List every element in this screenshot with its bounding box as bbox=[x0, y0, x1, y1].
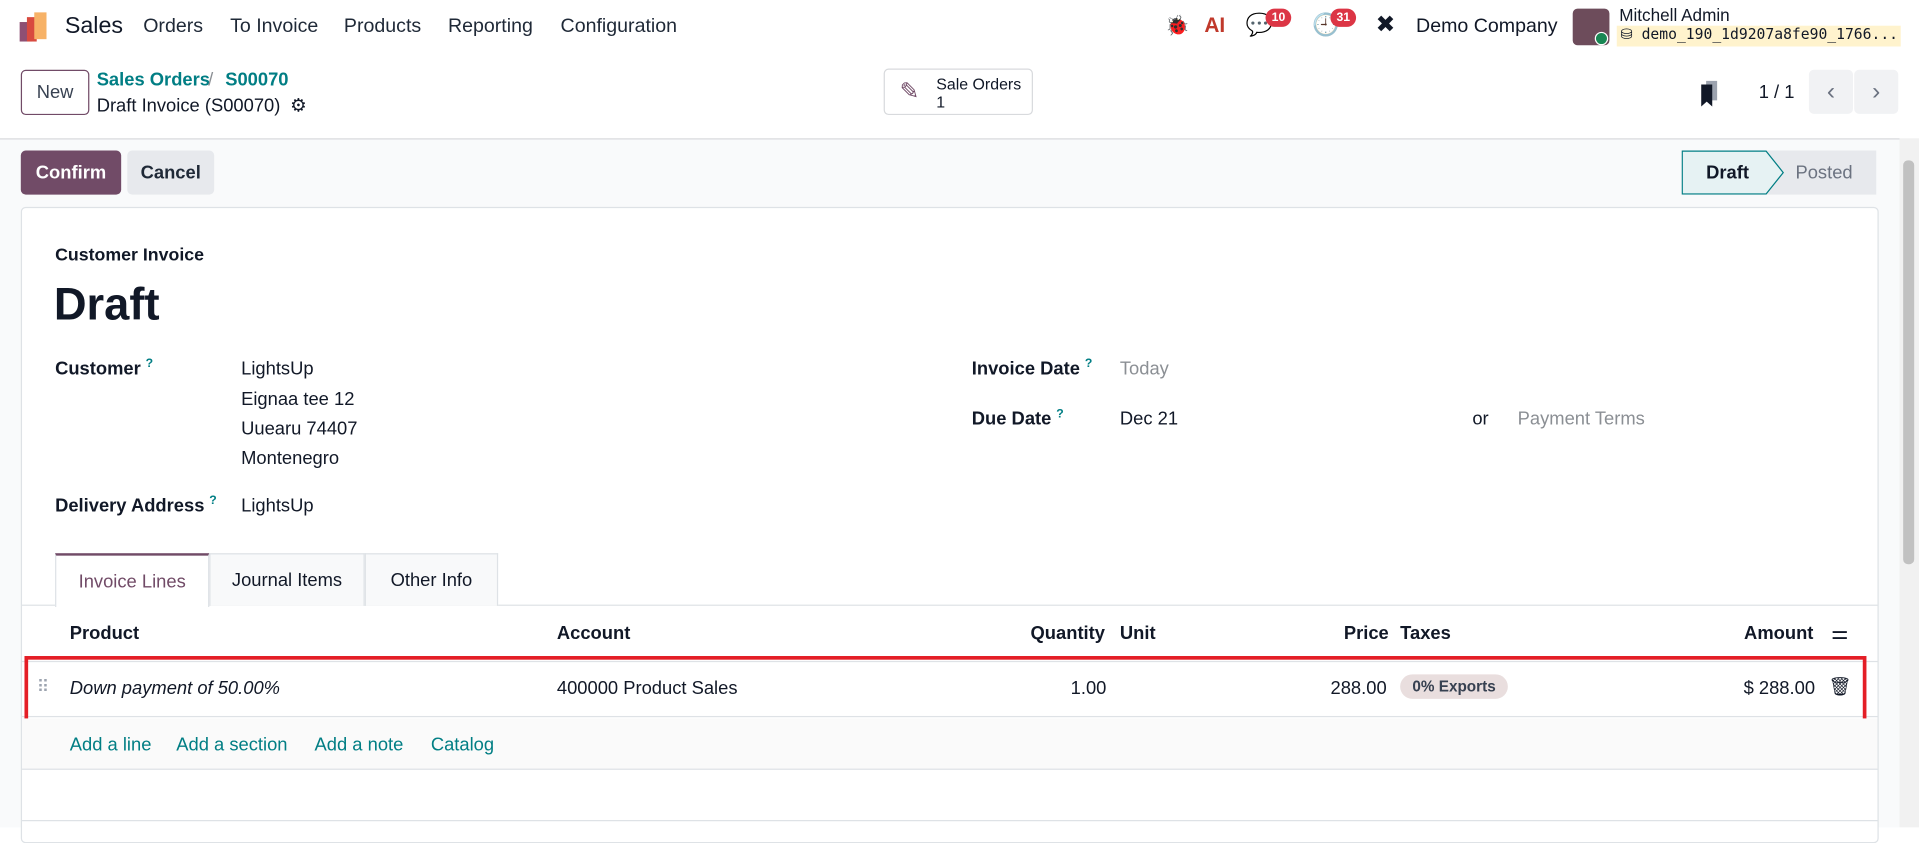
smart-button-label: Sale Orders bbox=[936, 74, 1022, 94]
sale-orders-smart-button[interactable]: ✎ Sale Orders 1 bbox=[883, 68, 1033, 116]
pager-value[interactable]: 1 / 1 bbox=[1759, 82, 1795, 103]
invoice-type-label: Customer Invoice bbox=[55, 246, 204, 266]
invoice-date-label: Invoice Date? bbox=[972, 357, 1093, 379]
col-product[interactable]: Product bbox=[70, 623, 139, 644]
help-icon[interactable]: ? bbox=[146, 357, 153, 370]
activity-count-badge: 31 bbox=[1330, 8, 1357, 27]
database-name: demo_190_1d9207a8fe90_1766... bbox=[1641, 25, 1899, 43]
debug-bug-icon[interactable]: 🐞 bbox=[1165, 13, 1189, 37]
customer-name[interactable]: LightsUp bbox=[241, 359, 313, 380]
status-posted[interactable]: Posted bbox=[1795, 163, 1852, 184]
tab-journal-items[interactable]: Journal Items bbox=[209, 553, 365, 606]
delivery-label-text: Delivery Address bbox=[55, 495, 205, 517]
scrollbar[interactable] bbox=[1899, 138, 1919, 828]
new-button[interactable]: New bbox=[20, 69, 90, 116]
breadcrumb-order[interactable]: S00070 bbox=[225, 70, 288, 91]
menu-products[interactable]: Products bbox=[344, 16, 421, 38]
col-taxes[interactable]: Taxes bbox=[1400, 623, 1451, 644]
delivery-address-label: Delivery Address? bbox=[55, 494, 217, 516]
due-date-label-text: Due Date bbox=[971, 408, 1052, 430]
catalog-link[interactable]: Catalog bbox=[431, 734, 494, 755]
due-date-input[interactable]: Dec 21 bbox=[1120, 409, 1178, 430]
help-icon[interactable]: ? bbox=[1085, 357, 1092, 370]
col-unit[interactable]: Unit bbox=[1120, 623, 1156, 644]
help-icon[interactable]: ? bbox=[1056, 408, 1063, 421]
col-price[interactable]: Price bbox=[1344, 623, 1389, 644]
database-badge: ⛁ demo_190_1d9207a8fe90_1766... bbox=[1616, 25, 1901, 47]
col-account[interactable]: Account bbox=[557, 623, 630, 644]
online-status-icon bbox=[1594, 31, 1609, 46]
tab-invoice-lines[interactable]: Invoice Lines bbox=[55, 553, 210, 608]
breadcrumb-sales-orders[interactable]: Sales Orders bbox=[97, 70, 210, 91]
optional-columns-sliders-icon[interactable]: ⚌ bbox=[1831, 621, 1849, 645]
status-bar: Draft Posted bbox=[1681, 150, 1877, 195]
user-name[interactable]: Mitchell Admin bbox=[1619, 5, 1729, 25]
gear-icon[interactable]: ⚙ bbox=[290, 94, 306, 116]
customer-label-text: Customer bbox=[55, 358, 141, 380]
customer-city: Uuearu 74407 bbox=[241, 418, 358, 440]
tools-icon[interactable]: ✖ bbox=[1376, 11, 1395, 39]
customer-street: Eignaa tee 12 bbox=[241, 389, 355, 411]
tab-other-info[interactable]: Other Info bbox=[364, 553, 499, 606]
col-amount[interactable]: Amount bbox=[1744, 623, 1813, 644]
top-navbar: Sales Orders To Invoice Products Reporti… bbox=[0, 0, 1919, 54]
cancel-button[interactable]: Cancel bbox=[127, 150, 215, 195]
app-name[interactable]: Sales bbox=[65, 13, 123, 40]
edit-icon: ✎ bbox=[899, 79, 920, 106]
highlight-box bbox=[24, 656, 1867, 724]
invoice-date-label-text: Invoice Date bbox=[971, 358, 1080, 380]
chat-count-badge: 10 bbox=[1265, 8, 1292, 27]
pager-next-button[interactable]: › bbox=[1854, 69, 1899, 114]
record-title: Draft Invoice (S00070) bbox=[96, 95, 281, 117]
ai-icon[interactable]: AI bbox=[1204, 13, 1225, 37]
col-quantity[interactable]: Quantity bbox=[1031, 623, 1105, 644]
add-line-link[interactable]: Add a line bbox=[70, 734, 152, 755]
payment-terms-input[interactable]: Payment Terms bbox=[1518, 409, 1645, 430]
table-bottom-divider bbox=[22, 820, 1878, 822]
menu-orders[interactable]: Orders bbox=[143, 16, 203, 38]
bookmark-icon[interactable] bbox=[1700, 80, 1720, 108]
add-section-link[interactable]: Add a section bbox=[176, 734, 287, 755]
or-label: or bbox=[1472, 408, 1489, 430]
status-draft[interactable]: Draft bbox=[1706, 163, 1749, 184]
customer-country: Montenegro bbox=[241, 447, 340, 469]
help-icon[interactable]: ? bbox=[209, 494, 216, 507]
customer-label: Customer? bbox=[55, 357, 153, 379]
menu-to-invoice[interactable]: To Invoice bbox=[230, 16, 318, 38]
confirm-button[interactable]: Confirm bbox=[20, 150, 122, 195]
delivery-address-field[interactable]: LightsUp bbox=[241, 496, 313, 517]
breadcrumb-separator: / bbox=[208, 69, 214, 91]
smart-button-count: 1 bbox=[936, 93, 946, 112]
menu-reporting[interactable]: Reporting bbox=[448, 16, 533, 38]
add-note-link[interactable]: Add a note bbox=[315, 734, 404, 755]
invoice-state-title: Draft bbox=[53, 279, 160, 330]
add-links-row bbox=[22, 718, 1878, 770]
sales-app-logo-icon[interactable] bbox=[19, 12, 49, 42]
due-date-label: Due Date? bbox=[972, 408, 1064, 430]
company-switcher[interactable]: Demo Company bbox=[1416, 16, 1557, 38]
invoice-date-input[interactable]: Today bbox=[1120, 359, 1169, 380]
pager-previous-button[interactable]: ‹ bbox=[1808, 69, 1853, 114]
menu-configuration[interactable]: Configuration bbox=[561, 16, 677, 38]
